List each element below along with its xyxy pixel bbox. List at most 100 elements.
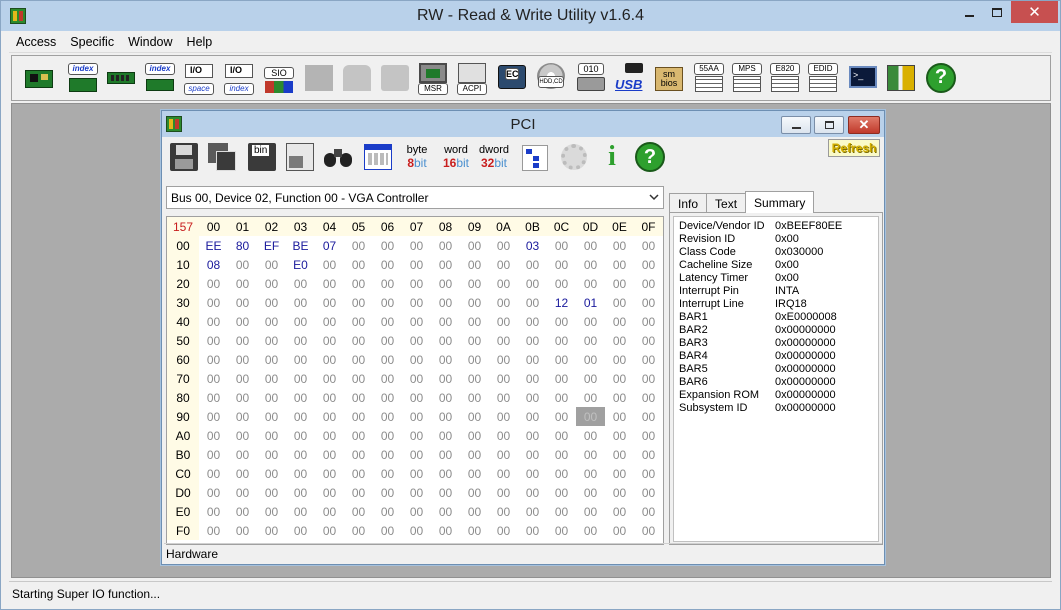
hex-cell[interactable]: 00	[547, 407, 576, 426]
hex-cell[interactable]: 00	[576, 445, 605, 464]
hex-cell[interactable]: 00	[547, 369, 576, 388]
hex-cell[interactable]: 00	[634, 274, 663, 293]
hex-cell[interactable]: 00	[257, 255, 286, 274]
hex-cell[interactable]: 00	[518, 369, 547, 388]
hex-cell[interactable]: 00	[431, 312, 460, 331]
hex-cell[interactable]: 00	[315, 312, 344, 331]
hex-cell[interactable]: 12	[547, 293, 576, 312]
hex-cell[interactable]: 00	[373, 483, 402, 502]
hex-cell[interactable]: 00	[605, 274, 634, 293]
hex-cell[interactable]: 00	[199, 274, 228, 293]
hex-cell[interactable]: 00	[605, 407, 634, 426]
hex-cell[interactable]: 00	[518, 331, 547, 350]
hex-cell[interactable]: 00	[634, 445, 663, 464]
help-button[interactable]: ?	[924, 61, 958, 95]
hex-cell[interactable]: 00	[199, 426, 228, 445]
hex-cell[interactable]: 00	[228, 350, 257, 369]
hex-cell[interactable]: 00	[228, 426, 257, 445]
mps-button[interactable]: MPS	[730, 61, 764, 95]
pci-minimize-button[interactable]	[781, 116, 811, 134]
hex-cell[interactable]: 00	[518, 350, 547, 369]
io-space-button[interactable]: I/O space	[182, 61, 216, 95]
hex-cell[interactable]: 00	[634, 407, 663, 426]
hex-cell[interactable]: 00	[286, 445, 315, 464]
hex-cell[interactable]: 00	[634, 293, 663, 312]
hex-cell[interactable]: 00	[576, 331, 605, 350]
configuration-button[interactable]	[884, 61, 918, 95]
hex-cell[interactable]: 00	[286, 293, 315, 312]
find-button[interactable]	[322, 141, 354, 173]
hex-cell[interactable]: 00	[228, 502, 257, 521]
hex-cell[interactable]: 00	[605, 388, 634, 407]
hex-cell[interactable]: 00	[518, 255, 547, 274]
hex-cell[interactable]: 00	[518, 483, 547, 502]
hex-cell[interactable]: 00	[344, 369, 373, 388]
hex-cell[interactable]: 00	[402, 521, 431, 540]
hex-cell[interactable]: 00	[460, 236, 489, 255]
msr-button[interactable]: MSR	[416, 61, 450, 95]
hex-cell[interactable]: 00	[576, 407, 605, 426]
hex-cell[interactable]: 00	[431, 293, 460, 312]
hex-cell[interactable]: 00	[344, 426, 373, 445]
hex-cell[interactable]: 00	[634, 483, 663, 502]
hex-cell[interactable]: 00	[199, 350, 228, 369]
hex-cell[interactable]: 00	[605, 521, 634, 540]
hex-cell[interactable]: 00	[257, 521, 286, 540]
device-select[interactable]: Bus 00, Device 02, Function 00 - VGA Con…	[166, 186, 664, 209]
hex-cell[interactable]: 00	[518, 426, 547, 445]
hex-cell[interactable]: 00	[547, 350, 576, 369]
hex-cell[interactable]: 00	[228, 369, 257, 388]
hex-cell[interactable]: 00	[257, 331, 286, 350]
hex-cell[interactable]: 00	[402, 426, 431, 445]
hex-cell[interactable]: 00	[489, 464, 518, 483]
compare-button[interactable]	[362, 141, 394, 173]
hex-grid[interactable]: 157 00 01 02 03 04 05 06 07 08 09 0A 0B 0C 0D 0E 0F 00 EE 8…	[166, 216, 664, 545]
hex-cell[interactable]: 00	[315, 502, 344, 521]
hex-cell[interactable]: 00	[576, 502, 605, 521]
hex-cell[interactable]: 00	[257, 350, 286, 369]
hex-cell[interactable]: 00	[634, 331, 663, 350]
hex-cell[interactable]: 00	[228, 483, 257, 502]
hex-cell[interactable]: 00	[344, 464, 373, 483]
hex-cell[interactable]: 00	[373, 274, 402, 293]
hex-cell[interactable]: 00	[228, 274, 257, 293]
hex-cell[interactable]: 00	[199, 502, 228, 521]
super-io-button[interactable]: SIO	[262, 61, 296, 95]
hex-cell[interactable]: 00	[199, 407, 228, 426]
hex-cell[interactable]: 00	[431, 407, 460, 426]
command-console-button[interactable]: >_	[846, 61, 880, 95]
hex-cell[interactable]: 00	[489, 312, 518, 331]
hex-cell[interactable]: 00	[489, 502, 518, 521]
memory-button[interactable]	[104, 61, 138, 95]
byte-mode-button[interactable]: byte 8bit	[400, 141, 434, 173]
word-mode-button[interactable]: word 16bit	[439, 141, 473, 173]
hex-cell[interactable]: 00	[402, 502, 431, 521]
hex-cell[interactable]: 00	[402, 274, 431, 293]
hex-cell[interactable]: 00	[373, 464, 402, 483]
hex-cell[interactable]: 00	[547, 274, 576, 293]
hex-cell[interactable]: 00	[547, 388, 576, 407]
hex-cell[interactable]: 00	[228, 293, 257, 312]
hex-cell[interactable]: 00	[489, 350, 518, 369]
hex-cell[interactable]: 00	[286, 274, 315, 293]
hex-cell[interactable]: 00	[489, 293, 518, 312]
hex-cell[interactable]: 00	[431, 483, 460, 502]
hex-cell[interactable]: 00	[605, 293, 634, 312]
hex-cell[interactable]: 00	[402, 407, 431, 426]
hex-cell[interactable]: 00	[605, 445, 634, 464]
hex-cell[interactable]: 00	[315, 407, 344, 426]
hex-cell[interactable]: 00	[315, 445, 344, 464]
hex-cell[interactable]: 00	[257, 293, 286, 312]
edid-button[interactable]: EDID	[806, 61, 840, 95]
hex-cell[interactable]: 00	[576, 369, 605, 388]
hex-cell[interactable]: 00	[431, 388, 460, 407]
hex-cell[interactable]: 00	[431, 331, 460, 350]
hex-cell[interactable]: 00	[431, 236, 460, 255]
hex-cell[interactable]: 00	[199, 388, 228, 407]
hex-cell[interactable]: 00	[605, 255, 634, 274]
refresh-button[interactable]: Refresh	[828, 139, 880, 157]
hex-cell[interactable]: 00	[634, 502, 663, 521]
hex-cell[interactable]: 00	[431, 274, 460, 293]
hex-cell[interactable]: 00	[518, 312, 547, 331]
hex-cell[interactable]: 00	[199, 521, 228, 540]
